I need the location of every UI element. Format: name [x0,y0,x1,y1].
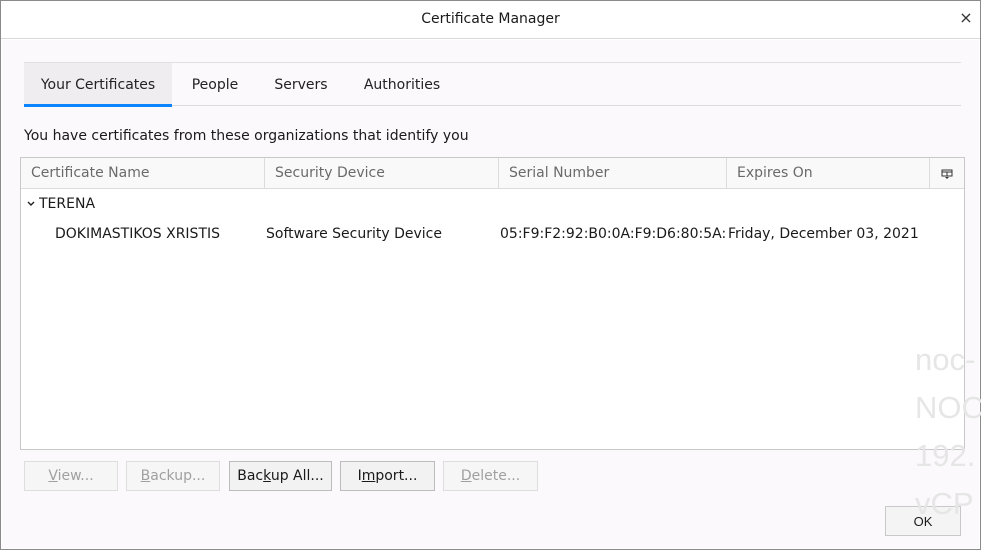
tab-servers[interactable]: Servers [258,63,344,107]
tab-authorities[interactable]: Authorities [344,63,460,107]
column-header-expires-on[interactable]: Expires On [727,158,930,189]
dialog-title: Certificate Manager [421,11,560,27]
close-button[interactable]: × [958,9,974,27]
column-picker-icon [941,169,953,179]
dialog-content: Your Certificates People Servers Authori… [2,40,979,548]
column-picker-button[interactable] [930,158,964,189]
tree-header: Certificate Name Security Device Serial … [21,158,964,189]
ok-button[interactable]: OK [885,506,961,536]
column-header-certificate-name[interactable]: Certificate Name [21,158,265,189]
tab-your-certificates[interactable]: Your Certificates [24,63,172,107]
certificate-manager-dialog: Certificate Manager × Your Certificates … [0,0,981,550]
view-button[interactable]: View... [24,461,118,491]
cell-serial-number: 05:F9:F2:92:B0:0A:F9:D6:80:5A:01... [500,226,726,242]
intro-text: You have certificates from these organiz… [24,128,469,144]
backup-button[interactable]: Backup... [126,461,220,491]
import-button[interactable]: Import... [340,461,435,491]
table-row[interactable]: DOKIMASTIKOS XRISTIS Software Security D… [21,219,964,249]
column-header-serial-number[interactable]: Serial Number [499,158,727,189]
tree-group-row[interactable]: TERENA [21,189,964,219]
group-name: TERENA [39,196,96,212]
column-header-security-device[interactable]: Security Device [265,158,499,189]
cell-certificate-name: DOKIMASTIKOS XRISTIS [55,226,221,242]
title-bar: Certificate Manager × [1,1,980,39]
close-icon: × [959,8,973,27]
tab-people[interactable]: People [172,63,258,107]
certificate-tree[interactable]: Certificate Name Security Device Serial … [20,157,965,450]
tab-bar: Your Certificates People Servers Authori… [24,62,961,107]
backup-all-button[interactable]: Backup All... [229,461,332,491]
delete-button[interactable]: Delete... [443,461,538,491]
cell-security-device: Software Security Device [266,226,442,242]
cell-expires-on: Friday, December 03, 2021 [728,226,919,242]
